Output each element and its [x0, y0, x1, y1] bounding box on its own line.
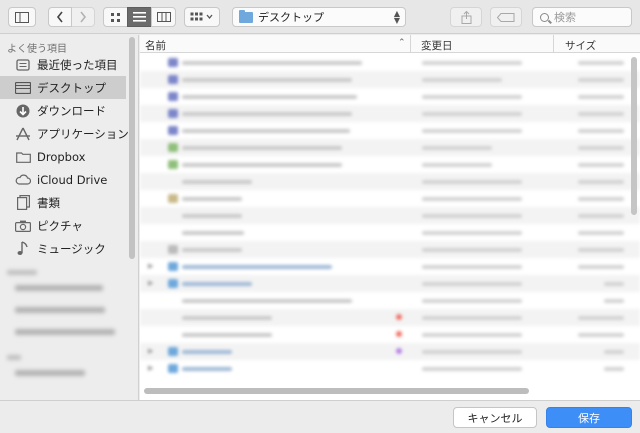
column-view-button[interactable] [151, 7, 176, 27]
sidebar-item-label: ダウンロード [37, 103, 106, 118]
sidebar-item-pictures[interactable]: ピクチャ [0, 214, 138, 237]
recent-icon [15, 57, 31, 73]
table-row[interactable] [140, 207, 640, 224]
sidebar-item-music[interactable]: ミュージック [0, 237, 138, 260]
sidebar-item-desktop[interactable]: デスクトップ [0, 76, 126, 99]
arrange-button[interactable] [184, 7, 220, 27]
forward-button[interactable] [71, 7, 95, 27]
toolbar: デスクトップ ▲ ▼ 検索 [0, 0, 640, 34]
back-icon [56, 11, 63, 23]
table-row[interactable]: ▶ [140, 275, 640, 292]
table-row[interactable] [140, 139, 640, 156]
icon-view-icon [111, 12, 120, 22]
tag-button[interactable] [490, 7, 522, 27]
updown-chevron-icon: ▲ ▼ [393, 9, 400, 25]
table-row[interactable] [140, 173, 640, 190]
file-list: 名前 ⌃ 変更日 サイズ ▶ ▶ ▶ ▶ [140, 35, 640, 400]
sidebar-item-label: デスクトップ [37, 80, 106, 95]
folder-icon [239, 9, 253, 23]
music-icon [15, 241, 31, 257]
sidebar-item-label: ピクチャ [37, 218, 83, 233]
applications-icon [15, 126, 31, 142]
view-mode-buttons [103, 7, 176, 27]
table-row[interactable]: ▶ [140, 343, 640, 360]
sidebar-item-downloads[interactable]: ダウンロード [0, 99, 138, 122]
icon-view-button[interactable] [103, 7, 128, 27]
sidebar-item-label: アプリケーション [37, 126, 129, 141]
file-list-vertical-scrollbar[interactable] [631, 57, 637, 215]
back-button[interactable] [48, 7, 72, 27]
table-row[interactable]: ▶ [140, 258, 640, 275]
file-rows: ▶ ▶ ▶ ▶ [140, 54, 640, 377]
sidebar-scrollbar[interactable] [129, 37, 135, 259]
file-list-horizontal-scrollbar[interactable] [144, 388, 529, 394]
search-placeholder: 検索 [554, 11, 576, 24]
table-row[interactable] [140, 54, 640, 71]
location-popup[interactable]: デスクトップ ▲ ▼ [232, 7, 406, 27]
sidebar-item-icloud-drive[interactable]: iCloud Drive [0, 168, 138, 191]
sidebar-item-documents[interactable]: 書類 [0, 191, 138, 214]
table-row[interactable] [140, 122, 640, 139]
tag-icon [497, 12, 515, 22]
column-header: 名前 ⌃ 変更日 サイズ [140, 35, 640, 53]
sort-chevron-up-icon: ⌃ [398, 38, 406, 48]
sidebar: よく使う項目 最近使った項目 デスクトップ ダウンロード アプリケーション Dr… [0, 35, 139, 400]
camera-icon [15, 218, 31, 234]
sidebar-blurred-section [0, 260, 138, 376]
sidebar-toggle-button[interactable] [8, 7, 36, 27]
table-row[interactable] [140, 292, 640, 309]
navigation-buttons [48, 7, 95, 27]
column-separator [410, 35, 411, 53]
column-view-icon [156, 12, 171, 22]
list-view-icon [133, 12, 146, 22]
search-icon [540, 12, 549, 22]
table-row[interactable] [140, 156, 640, 173]
table-row[interactable] [140, 309, 640, 326]
cancel-button[interactable]: キャンセル [453, 407, 537, 428]
download-icon [15, 103, 31, 119]
table-row[interactable] [140, 105, 640, 122]
sidebar-toggle-icon [15, 11, 29, 23]
sidebar-item-label: 書類 [37, 195, 60, 210]
share-button[interactable] [450, 7, 482, 27]
dialog-footer: キャンセル 保存 [0, 400, 640, 433]
share-icon [461, 10, 471, 24]
folder-icon [15, 149, 31, 165]
search-field[interactable]: 検索 [532, 7, 632, 27]
forward-icon [80, 11, 87, 23]
table-row[interactable] [140, 241, 640, 258]
table-row[interactable] [140, 71, 640, 88]
column-size-header[interactable]: サイズ [565, 38, 596, 53]
sidebar-item-label: iCloud Drive [37, 172, 108, 187]
sidebar-item-applications[interactable]: アプリケーション [0, 122, 138, 145]
table-row[interactable]: ▶ [140, 360, 640, 377]
save-button[interactable]: 保存 [546, 407, 632, 428]
table-row[interactable] [140, 326, 640, 343]
location-label: デスクトップ [258, 11, 324, 24]
sidebar-favorites-header: よく使う項目 [7, 44, 67, 55]
sidebar-item-label: 最近使った項目 [37, 57, 118, 72]
arrange-icon [190, 12, 213, 21]
sidebar-item-recent[interactable]: 最近使った項目 [0, 53, 138, 76]
cloud-icon [15, 172, 31, 188]
list-view-button[interactable] [127, 7, 152, 27]
sidebar-item-label: Dropbox [37, 149, 86, 164]
column-name-header[interactable]: 名前 [145, 38, 166, 53]
documents-icon [15, 195, 31, 211]
sidebar-item-label: ミュージック [37, 241, 106, 256]
sidebar-item-dropbox[interactable]: Dropbox [0, 145, 138, 168]
table-row[interactable] [140, 224, 640, 241]
desktop-icon [15, 80, 31, 96]
column-separator [553, 35, 554, 53]
table-row[interactable] [140, 190, 640, 207]
table-row[interactable] [140, 88, 640, 105]
column-date-header[interactable]: 変更日 [421, 38, 453, 53]
